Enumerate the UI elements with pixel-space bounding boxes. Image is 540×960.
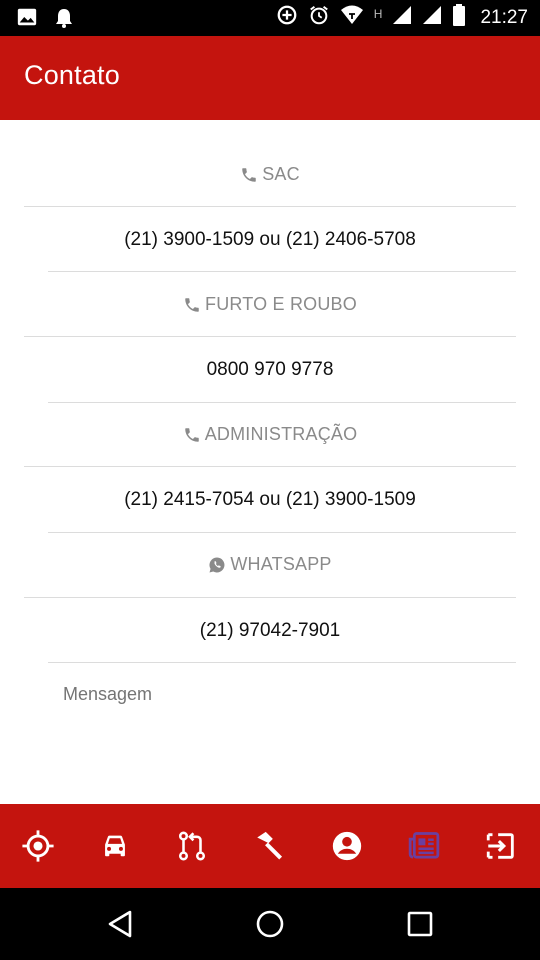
contact-value-administracao[interactable]: (21) 2415-7054 ou (21) 3900-1509 xyxy=(0,467,540,532)
battery-icon xyxy=(452,4,466,31)
alarm-icon xyxy=(308,4,330,31)
contact-label-text: FURTO E ROUBO xyxy=(205,294,357,314)
h-network-label: H xyxy=(373,6,383,21)
contact-label-text: SAC xyxy=(262,164,300,184)
contact-label-text: ADMINISTRAÇÃO xyxy=(204,424,358,444)
clock: 21:27 xyxy=(480,6,528,28)
phone-icon xyxy=(240,166,258,184)
contact-label-sac: SAC xyxy=(0,142,540,207)
contact-label-administracao: ADMINISTRAÇÃO xyxy=(0,402,540,467)
app-bar: Contato xyxy=(0,36,540,120)
data-saver-icon xyxy=(276,4,298,31)
car-icon[interactable] xyxy=(95,826,135,866)
contact-value-text[interactable]: (21) 97042-7901 xyxy=(200,620,341,642)
divider xyxy=(48,662,516,663)
status-bar: H 21:27 xyxy=(0,0,540,36)
signal-icon-2 xyxy=(422,5,442,30)
contact-list: SAC (21) 3900-1509 ou (21) 2406-5708 FUR… xyxy=(0,120,540,804)
signal-icon xyxy=(392,5,412,30)
contact-label-whatsapp: WHATSAPP xyxy=(0,532,540,597)
contact-value-furto-roubo[interactable]: 0800 970 9778 xyxy=(0,337,540,402)
hammer-icon[interactable] xyxy=(250,826,290,866)
page-title: Contato xyxy=(24,60,120,90)
contact-label-furto-roubo: FURTO E ROUBO xyxy=(0,272,540,337)
wifi-icon xyxy=(340,4,364,31)
notification-bell-icon xyxy=(52,6,76,35)
account-icon[interactable] xyxy=(327,826,367,866)
message-input[interactable] xyxy=(63,684,503,705)
news-icon[interactable] xyxy=(404,826,444,866)
system-nav xyxy=(0,888,540,960)
contact-value-sac[interactable]: (21) 3900-1509 ou (21) 2406-5708 xyxy=(0,207,540,272)
phone-icon xyxy=(183,426,201,444)
whatsapp-icon xyxy=(208,556,226,574)
home-icon[interactable] xyxy=(250,904,290,944)
bottom-nav xyxy=(0,804,540,888)
recents-icon[interactable] xyxy=(400,904,440,944)
contact-value-text[interactable]: 0800 970 9778 xyxy=(207,359,334,381)
phone-icon xyxy=(183,296,201,314)
back-icon[interactable] xyxy=(100,904,140,944)
image-icon xyxy=(16,6,38,35)
contact-value-text[interactable]: (21) 3900-1509 ou (21) 2406-5708 xyxy=(124,229,416,251)
location-target-icon[interactable] xyxy=(18,826,58,866)
exit-icon[interactable] xyxy=(481,826,521,866)
contact-value-text[interactable]: (21) 2415-7054 ou (21) 3900-1509 xyxy=(124,489,416,511)
contact-value-whatsapp[interactable]: (21) 97042-7901 xyxy=(0,598,540,663)
contact-label-text: WHATSAPP xyxy=(230,554,332,574)
route-icon[interactable] xyxy=(172,826,212,866)
